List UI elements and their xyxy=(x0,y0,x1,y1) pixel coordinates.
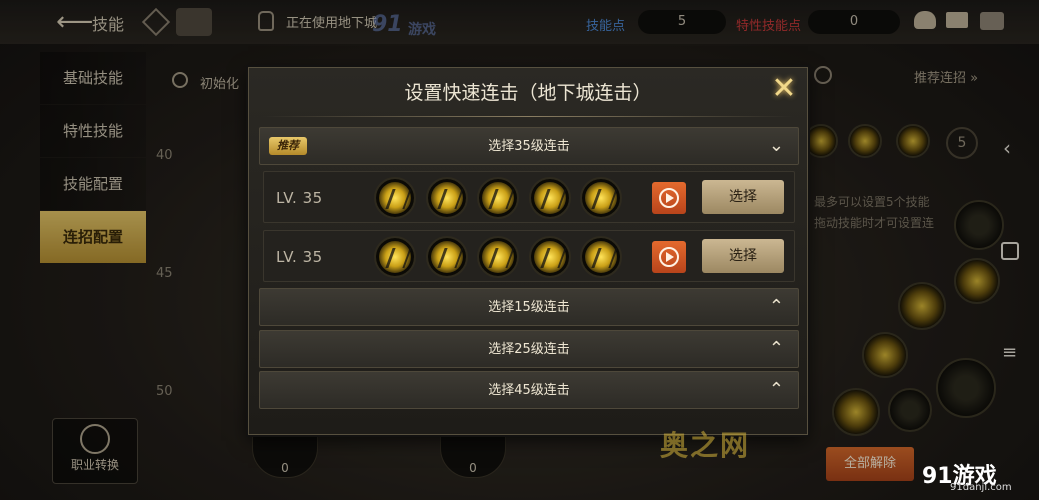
close-icon[interactable]: ✕ xyxy=(767,72,801,106)
section-lv15-header[interactable]: 选择15级连击 ⌃ xyxy=(259,288,799,326)
section-lv45-header[interactable]: 选择45级连击 ⌃ xyxy=(259,371,799,409)
combo-level: LV. 35 xyxy=(276,248,323,266)
select-button[interactable]: 选择 xyxy=(702,180,784,214)
combo-level: LV. 35 xyxy=(276,189,323,207)
title-divider xyxy=(263,116,793,117)
vortex-skill-icon xyxy=(374,236,416,278)
chevron-up-icon[interactable]: ⌃ xyxy=(769,379,784,401)
select-button[interactable]: 选择 xyxy=(702,239,784,273)
section-label: 选择25级连击 xyxy=(488,342,570,357)
section-lv25-header[interactable]: 选择25级连击 ⌃ xyxy=(259,330,799,368)
burst-skill-icon xyxy=(477,236,519,278)
play-preview-button[interactable] xyxy=(652,182,686,214)
slash-skill-icon xyxy=(580,236,622,278)
play-preview-button[interactable] xyxy=(652,241,686,273)
section-label: 选择15级连击 xyxy=(488,300,570,315)
combo-row: LV. 35 选择 xyxy=(263,230,795,282)
pillar-skill-icon xyxy=(426,177,468,219)
claw-skill-icon xyxy=(529,177,571,219)
section-label: 选择35级连击 xyxy=(488,139,570,154)
dash-skill-icon xyxy=(529,236,571,278)
dialog-title: 设置快速连击（地下城连击） xyxy=(404,82,652,104)
chevron-up-icon[interactable]: ⌃ xyxy=(769,296,784,318)
watermark-aoz: 奥之网 xyxy=(660,429,751,462)
quick-combo-dialog: 设置快速连击（地下城连击） ✕ 推荐 选择35级连击 ⌄ LV. 35 选择 L… xyxy=(248,67,808,435)
dash-skill-icon xyxy=(477,177,519,219)
section-lv35-header[interactable]: 推荐 选择35级连击 ⌄ xyxy=(259,127,799,165)
combo-row: LV. 35 选择 xyxy=(263,171,795,223)
rune-skill-icon xyxy=(426,236,468,278)
chevron-up-icon[interactable]: ⌃ xyxy=(769,338,784,360)
chevron-down-icon[interactable]: ⌄ xyxy=(769,135,784,157)
slash-skill-icon xyxy=(374,177,416,219)
section-label: 选择45级连击 xyxy=(488,383,570,398)
wave-skill-icon xyxy=(580,177,622,219)
watermark-brand-url: 91danji.com xyxy=(950,482,1012,493)
